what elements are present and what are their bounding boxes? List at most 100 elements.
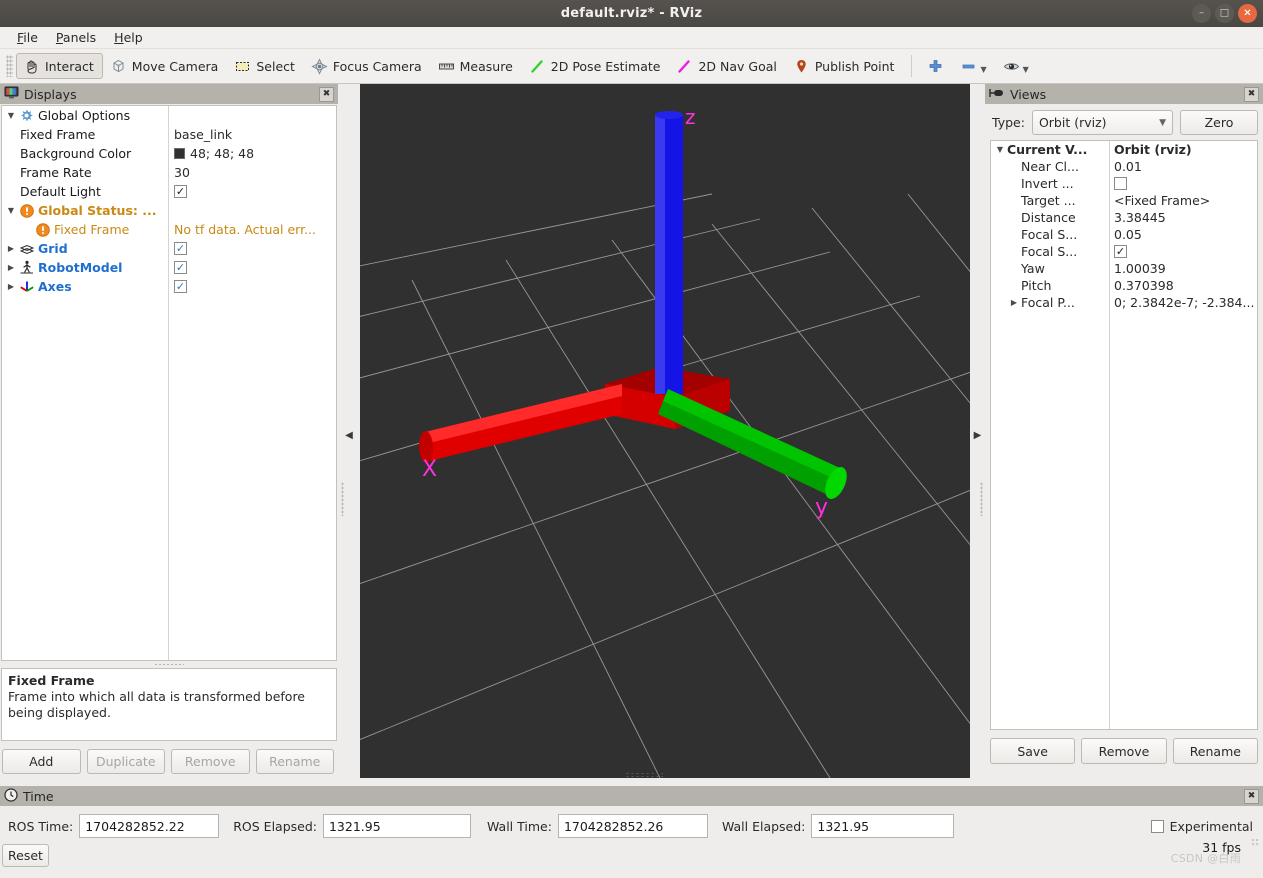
collapse-right-arrow-icon[interactable]: ▶	[974, 430, 982, 441]
row-value-cell[interactable]: ✓	[168, 261, 336, 274]
ros-time-input[interactable]: 1704282852.22	[79, 814, 220, 838]
row-checkbox[interactable]	[1114, 177, 1127, 190]
tool-publish-point[interactable]: Publish Point	[786, 53, 904, 79]
row-checkbox[interactable]: ✓	[174, 261, 187, 274]
tool-move-camera[interactable]: Move Camera	[103, 53, 228, 79]
views-row-yaw[interactable]: Yaw 1.00039	[991, 260, 1257, 277]
views-row-focal-shape-fixed-size[interactable]: Focal S... ✓	[991, 243, 1257, 260]
time-close-icon[interactable]: ✖	[1244, 788, 1259, 804]
viewport-bottom-grip[interactable]	[625, 772, 663, 777]
views-column-divider[interactable]	[1109, 141, 1110, 729]
chevron-down-icon-2[interactable]: ▼	[1023, 65, 1029, 74]
ros-elapsed-input[interactable]: 1321.95	[322, 814, 471, 838]
minimize-button[interactable]: –	[1192, 4, 1211, 23]
displays-tree[interactable]: ▼ Global Options Fixed Frame base_link Backg…	[1, 105, 337, 661]
row-value-cell[interactable]: No tf data. Actual err...	[168, 222, 336, 237]
wall-elapsed-input[interactable]: 1321.95	[811, 814, 955, 838]
visibility-button[interactable]: ▼	[996, 53, 1038, 79]
views-close-icon[interactable]: ✖	[1244, 86, 1259, 102]
displays-row-background-color[interactable]: Background Color 48; 48; 48	[2, 144, 336, 163]
menu-help[interactable]: Help	[105, 29, 152, 46]
views-row-distance[interactable]: Distance 3.38445	[991, 209, 1257, 226]
displays-close-icon[interactable]: ✖	[319, 86, 334, 102]
tool-2d-nav-goal[interactable]: 2D Nav Goal	[669, 53, 785, 79]
remove-view-button[interactable]: Remove	[1081, 738, 1167, 764]
row-value-cell[interactable]: 0.05	[1109, 227, 1257, 242]
chevron-down-icon[interactable]: ▼	[980, 65, 986, 74]
displays-row-grid[interactable]: ▶ Grid ✓	[2, 239, 336, 258]
row-value-cell[interactable]: 0; 2.3842e-7; -2.384...	[1109, 295, 1257, 310]
views-row-focal-shape-size[interactable]: Focal S... 0.05	[991, 226, 1257, 243]
displays-row-global-status[interactable]: ▼ Global Status: ...	[2, 201, 336, 220]
row-checkbox[interactable]: ✓	[174, 280, 187, 293]
tool-measure[interactable]: Measure	[431, 53, 522, 79]
row-value-cell[interactable]: 1.00039	[1109, 261, 1257, 276]
left-splitter[interactable]: ◀	[338, 84, 360, 786]
add-button[interactable]: Add	[2, 749, 81, 774]
views-row-current-view[interactable]: ▼ Current V... Orbit (rviz)	[991, 141, 1257, 158]
tool-select[interactable]: Select	[227, 53, 304, 79]
views-row-near-clip-distance[interactable]: Near Cl... 0.01	[991, 158, 1257, 175]
resize-grip[interactable]	[1251, 838, 1260, 847]
views-tree[interactable]: ▼ Current V... Orbit (rviz) Near Cl... 0.01 I…	[990, 140, 1258, 730]
displays-row-frame-rate[interactable]: Frame Rate 30	[2, 163, 336, 182]
toolbar-grip[interactable]	[6, 55, 13, 77]
row-checkbox[interactable]: ✓	[174, 242, 187, 255]
zero-button[interactable]: Zero	[1180, 110, 1258, 135]
menu-panels[interactable]: Panels	[47, 29, 105, 46]
collapse-left-arrow-icon[interactable]: ◀	[345, 430, 353, 441]
expand-arrow-down-icon[interactable]: ▼	[993, 145, 1007, 154]
row-value-cell[interactable]	[1109, 177, 1257, 190]
expand-arrow-right-icon[interactable]: ▶	[4, 244, 18, 253]
row-value-cell[interactable]: 48; 48; 48	[168, 146, 336, 161]
row-value-cell[interactable]: base_link	[168, 127, 336, 142]
row-value-cell[interactable]: 0.370398	[1109, 278, 1257, 293]
experimental-checkbox[interactable]	[1150, 819, 1164, 833]
displays-row-global-status-fixed-frame[interactable]: Fixed Frame No tf data. Actual err...	[2, 220, 336, 239]
render-viewport[interactable]: z X y	[360, 84, 970, 778]
reset-button[interactable]: Reset	[2, 844, 49, 867]
expand-arrow-right-icon[interactable]: ▶	[1007, 298, 1021, 307]
row-value-cell[interactable]: 0.01	[1109, 159, 1257, 174]
row-value-cell[interactable]: ✓	[168, 280, 336, 293]
row-value-cell[interactable]: ✓	[168, 242, 336, 255]
expand-arrow-down-icon[interactable]: ▼	[4, 206, 18, 215]
left-splitter-grip[interactable]	[341, 482, 344, 516]
row-checkbox[interactable]: ✓	[174, 185, 187, 198]
wall-time-input[interactable]: 1704282852.26	[557, 814, 708, 838]
right-splitter[interactable]: ▶	[970, 84, 985, 786]
row-value-cell[interactable]: ✓	[1109, 245, 1257, 258]
row-value-cell[interactable]: 30	[168, 165, 336, 180]
close-button[interactable]: ×	[1238, 4, 1257, 23]
color-swatch[interactable]	[174, 148, 185, 159]
views-row-invert-z-axis[interactable]: Invert ...	[991, 175, 1257, 192]
expand-arrow-right-icon[interactable]: ▶	[4, 263, 18, 272]
displays-row-global-options[interactable]: ▼ Global Options	[2, 106, 336, 125]
row-checkbox[interactable]: ✓	[1114, 245, 1127, 258]
expand-arrow-down-icon[interactable]: ▼	[4, 111, 18, 120]
view-type-dropdown[interactable]: Orbit (rviz) ▼	[1031, 110, 1173, 135]
displays-row-fixed-frame[interactable]: Fixed Frame base_link	[2, 125, 336, 144]
row-value-cell[interactable]: ✓	[168, 185, 336, 198]
maximize-button[interactable]: □	[1215, 4, 1234, 23]
tool-focus-camera[interactable]: Focus Camera	[304, 53, 431, 79]
expand-arrow-right-icon[interactable]: ▶	[4, 282, 18, 291]
views-row-pitch[interactable]: Pitch 0.370398	[991, 277, 1257, 294]
tool-2d-pose-estimate[interactable]: 2D Pose Estimate	[522, 53, 670, 79]
displays-horizontal-splitter[interactable]	[1, 661, 337, 668]
displays-column-divider[interactable]	[168, 106, 169, 660]
row-value-cell[interactable]: <Fixed Frame>	[1109, 193, 1257, 208]
tool-interact[interactable]: Interact	[16, 53, 103, 79]
row-value-cell[interactable]: 3.38445	[1109, 210, 1257, 225]
rename-view-button[interactable]: Rename	[1172, 738, 1258, 764]
views-row-focal-point[interactable]: ▶ Focal P... 0; 2.3842e-7; -2.384...	[991, 294, 1257, 311]
right-splitter-grip[interactable]	[980, 482, 983, 516]
add-tool-button[interactable]	[920, 53, 953, 79]
menu-file[interactable]: File	[8, 29, 47, 46]
row-value-cell[interactable]: Orbit (rviz)	[1109, 142, 1257, 157]
save-button[interactable]: Save	[990, 738, 1076, 764]
experimental-toggle[interactable]: Experimental	[1150, 819, 1253, 834]
displays-row-axes[interactable]: ▶ Axes ✓	[2, 277, 336, 296]
displays-row-default-light[interactable]: Default Light ✓	[2, 182, 336, 201]
views-row-target-frame[interactable]: Target ... <Fixed Frame>	[991, 192, 1257, 209]
